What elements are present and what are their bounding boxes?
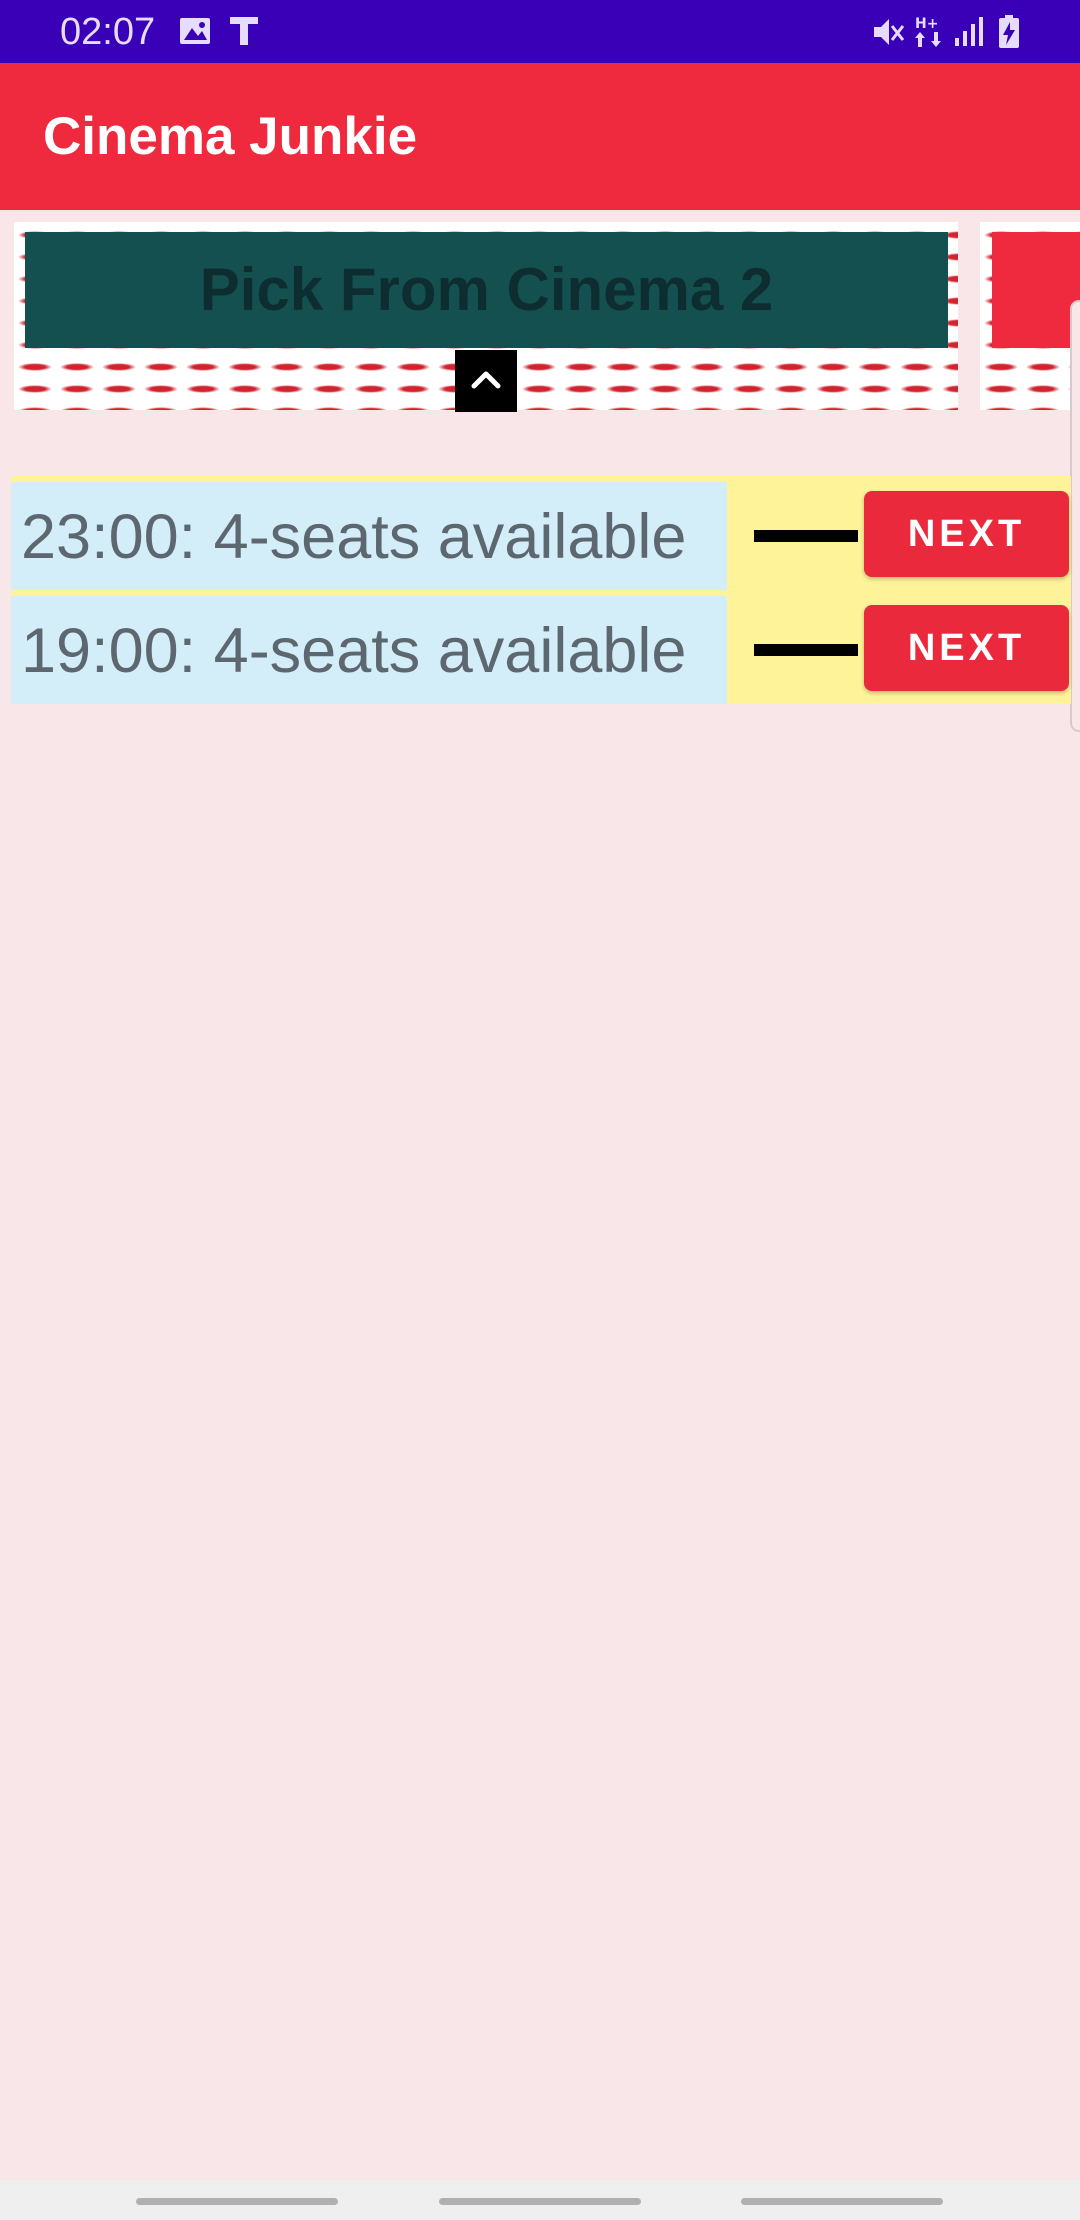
chevron-up-icon [471,371,501,389]
gesture-nav-bar [0,2180,1080,2220]
cinema-carousel[interactable]: Pick From Cinema 2 [0,210,1080,420]
dash-divider [754,644,858,656]
showtime-row: 19:00: 4-seats available NEXT [11,596,1071,704]
dash-divider [754,530,858,542]
data-transfer-icon: H+ [914,14,946,55]
text-icon [228,14,260,53]
signal-icon [953,14,985,53]
cinema-banner[interactable]: Pick From Cinema 2 [25,232,948,348]
app-title: Cinema Junkie [43,107,418,166]
showtime-label-box: 23:00: 4-seats available [11,482,727,590]
battery-charging-icon [997,14,1021,55]
nav-recents-handle[interactable] [136,2198,338,2205]
next-button[interactable]: NEXT [864,491,1069,577]
nav-home-handle[interactable] [439,2198,641,2205]
status-time: 02:07 [60,11,156,53]
mute-icon [870,14,906,55]
nav-back-handle[interactable] [741,2198,943,2205]
side-scroll-handle[interactable] [1070,300,1080,732]
collapse-button[interactable] [455,350,517,412]
showtime-label: 23:00: 4-seats available [21,502,687,572]
card-top-margin [0,210,1080,222]
status-bar: 02:07 H+ [0,0,1080,63]
svg-text:H+: H+ [915,16,938,32]
card-left-margin [0,210,14,420]
image-icon [178,14,212,53]
next-button[interactable]: NEXT [864,605,1069,691]
showtime-row: 23:00: 4-seats available NEXT [11,482,1071,590]
carousel-mask [0,410,1080,420]
showtime-label-box: 19:00: 4-seats available [11,596,727,704]
app-bar: Cinema Junkie [0,63,1080,210]
card-gap [958,210,980,420]
cinema-banner-label: Pick From Cinema 2 [199,256,774,323]
showtime-list: 23:00: 4-seats available NEXT 19:00: 4-s… [11,476,1071,704]
next-cinema-banner[interactable] [992,232,1080,348]
showtime-label: 19:00: 4-seats available [21,616,687,686]
